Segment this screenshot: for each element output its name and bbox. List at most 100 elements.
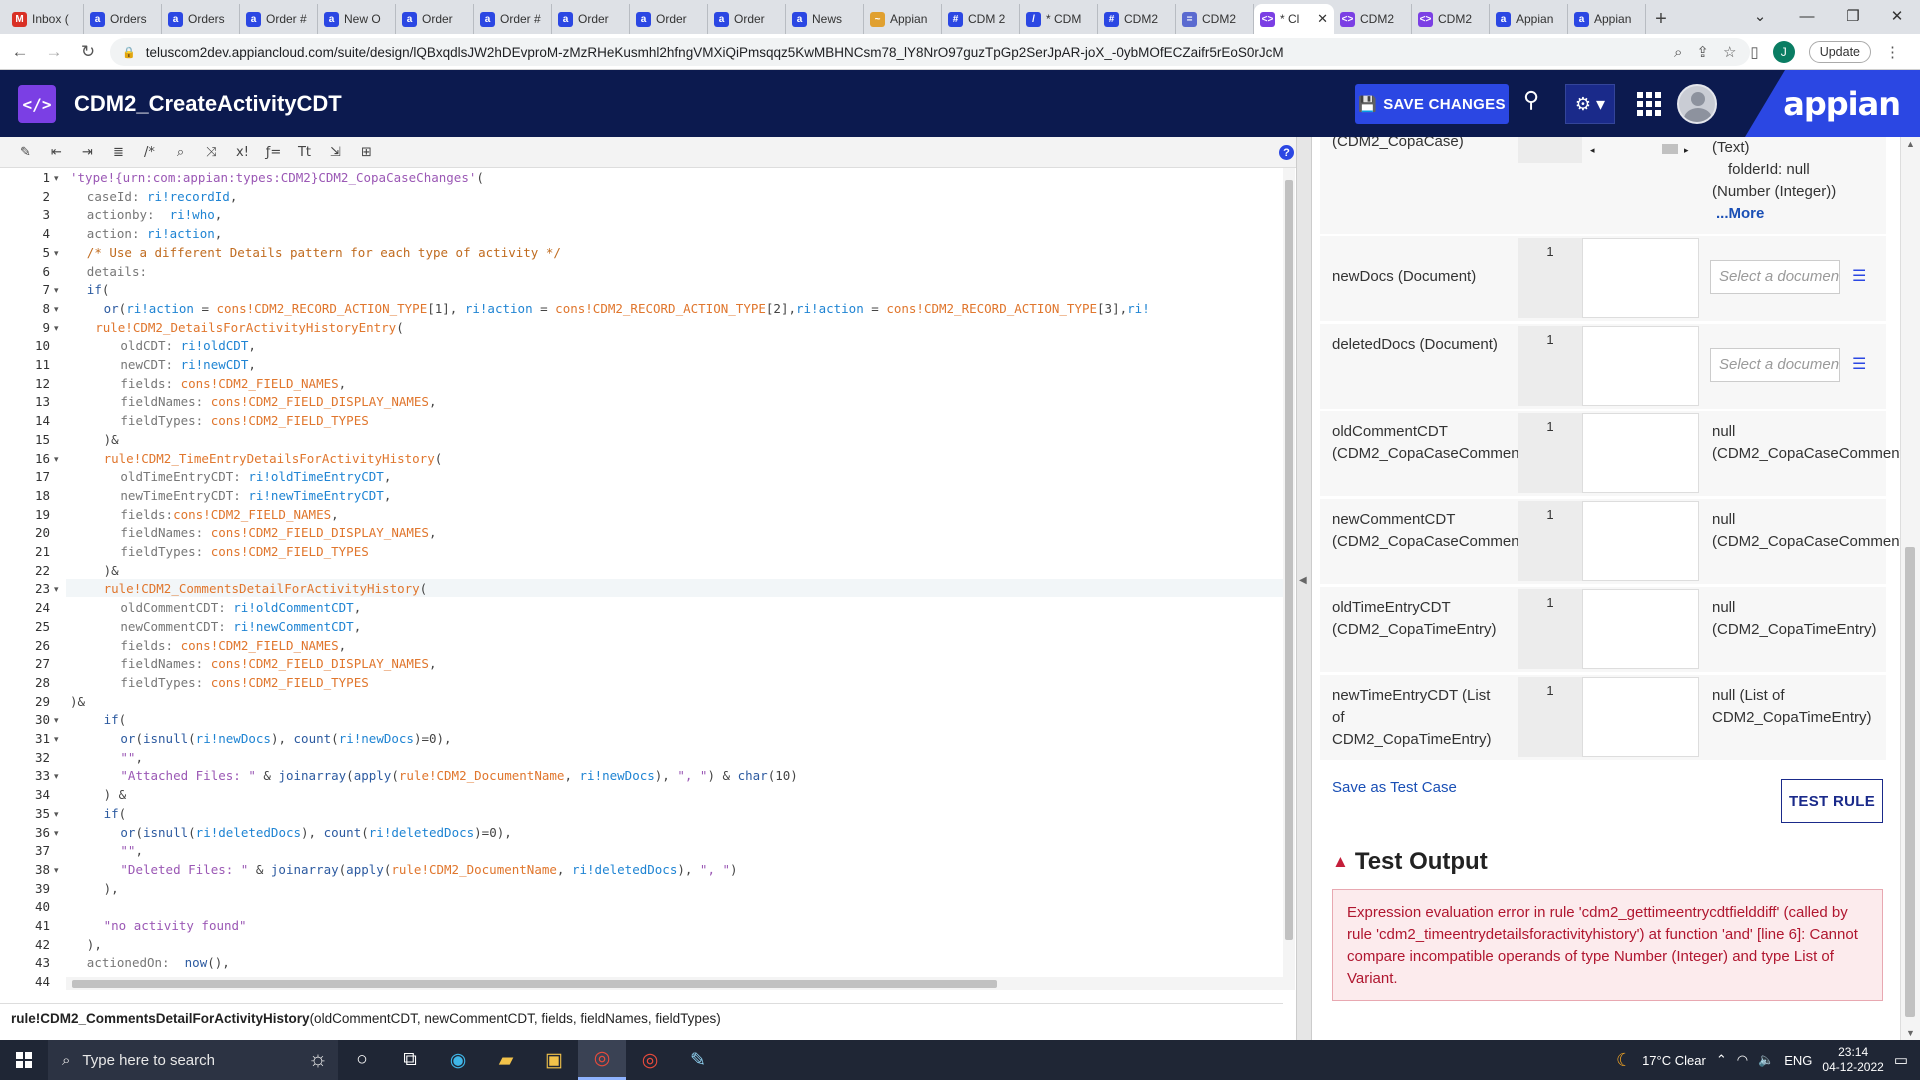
rule-input-expression-field[interactable] (1582, 589, 1699, 669)
rule-input-expression-field[interactable] (1582, 413, 1699, 493)
fold-toggle-icon[interactable]: ▾ (54, 861, 59, 879)
profile-avatar[interactable]: J (1772, 41, 1795, 63)
bookmark-star-icon[interactable]: ☆ (1723, 43, 1736, 61)
editor-horizontal-scrollbar[interactable] (66, 977, 1283, 990)
code-line[interactable]: rule!CDM2_TimeEntryDetailsForActivityHis… (104, 450, 443, 468)
code-line[interactable]: caseId: ri!recordId, (87, 188, 238, 206)
code-line[interactable]: fieldTypes: cons!CDM2_FIELD_TYPES (120, 674, 368, 692)
microsoft-store-icon[interactable]: ▣ (530, 1040, 578, 1080)
fold-toggle-icon[interactable]: ▾ (54, 580, 59, 598)
list-icon[interactable]: ☰ (1852, 354, 1866, 374)
browser-tab[interactable]: a Order (630, 4, 708, 34)
close-window-button[interactable]: ✕ (1874, 0, 1920, 32)
code-line[interactable]: or(ri!action = cons!CDM2_RECORD_ACTION_T… (104, 300, 1150, 318)
browser-tab[interactable]: / * CDM (1020, 4, 1098, 34)
browser-tab[interactable]: a Appian (1568, 4, 1646, 34)
code-line[interactable]: fieldNames: cons!CDM2_FIELD_DISPLAY_NAME… (120, 393, 436, 411)
code-line[interactable]: fieldNames: cons!CDM2_FIELD_DISPLAY_NAME… (120, 524, 436, 542)
scroll-down-icon[interactable]: ▼ (1906, 1028, 1915, 1038)
code-line[interactable]: or(isnull(ri!deletedDocs), count(ri!dele… (120, 824, 511, 842)
code-line[interactable]: ), (104, 880, 119, 898)
format-expression-icon[interactable]: ✎ (12, 140, 39, 164)
code-line[interactable]: ), (87, 936, 102, 954)
browser-tab[interactable]: ~ Appian (864, 4, 942, 34)
minimize-button[interactable]: — (1784, 0, 1830, 32)
browser-menu-icon[interactable]: ⋮ (1885, 43, 1900, 61)
document-picker-input[interactable]: Select a document (1710, 260, 1840, 294)
browser-tab[interactable]: a Order (708, 4, 786, 34)
forward-button[interactable]: → (40, 38, 68, 66)
code-line[interactable]: "", (120, 842, 143, 860)
side-panel-icon[interactable]: ▯ (1750, 43, 1758, 61)
restore-button[interactable]: ❐ (1830, 0, 1876, 32)
task-view-icon[interactable]: ⧉ (386, 1040, 434, 1080)
show-hidden-icons-chevron-icon[interactable]: ⌃ (1716, 1052, 1727, 1068)
code-line[interactable]: )& (104, 431, 119, 449)
code-line[interactable]: if( (87, 281, 110, 299)
browser-tab[interactable]: a Orders (162, 4, 240, 34)
code-line[interactable]: /* Use a different Details pattern for e… (87, 244, 561, 262)
windows-start-button[interactable] (0, 1040, 48, 1080)
code-line[interactable]: newCommentCDT: ri!newCommentCDT, (120, 618, 361, 636)
share-icon[interactable]: ⇪ (1696, 43, 1709, 61)
comment-icon[interactable]: /* (136, 140, 163, 164)
fold-toggle-icon[interactable]: ▾ (54, 319, 59, 337)
rule-input-expression-field[interactable] (1582, 326, 1699, 406)
fold-toggle-icon[interactable]: ▾ (54, 730, 59, 748)
code-line[interactable]: )& (104, 562, 119, 580)
indent-icon[interactable]: ⇥ (74, 140, 101, 164)
code-line[interactable]: actionby: ri!who, (87, 206, 222, 224)
code-line[interactable]: "Deleted Files: " & joinarray(apply(rule… (120, 861, 737, 879)
code-line[interactable]: if( (104, 711, 127, 729)
notifications-icon[interactable]: ▭ (1894, 1051, 1908, 1069)
app-navigation-grid-icon[interactable] (1637, 92, 1661, 116)
more-link[interactable]: ...More (1712, 203, 1882, 225)
code-line[interactable]: "Attached Files: " & joinarray(apply(rul… (120, 767, 797, 785)
language-indicator[interactable]: ENG (1784, 1053, 1812, 1068)
export-icon[interactable]: ⇲ (322, 140, 349, 164)
browser-tab[interactable]: a Order # (474, 4, 552, 34)
list-icon[interactable]: ≣ (105, 140, 132, 164)
back-button[interactable]: ← (6, 38, 34, 66)
browser-tab[interactable]: a Order # (240, 4, 318, 34)
panel-splitter[interactable]: ◀ (1296, 137, 1312, 1040)
code-line[interactable]: "", (120, 749, 143, 767)
function-icon[interactable]: ƒ= (260, 140, 287, 164)
save-as-test-case-link[interactable]: Save as Test Case (1332, 779, 1457, 796)
cortana-icon[interactable]: ○ (338, 1040, 386, 1080)
fold-toggle-icon[interactable]: ▾ (54, 300, 59, 318)
tab-active[interactable]: <> * Cl ✕ (1254, 4, 1334, 34)
new-tab-button[interactable]: + (1646, 4, 1676, 34)
browser-tab[interactable]: a Order (396, 4, 474, 34)
browser-tab[interactable]: <> CDM2 (1334, 4, 1412, 34)
fold-toggle-icon[interactable]: ▾ (54, 767, 59, 785)
code-line[interactable]: )& (70, 693, 85, 711)
fold-toggle-icon[interactable]: ▾ (54, 824, 59, 842)
reload-button[interactable]: ↻ (74, 38, 102, 66)
code-line[interactable]: fieldTypes: cons!CDM2_FIELD_TYPES (120, 412, 368, 430)
save-changes-button[interactable]: 💾 SAVE CHANGES (1355, 84, 1509, 124)
chrome-icon[interactable]: ◎ (578, 1040, 626, 1080)
tab-search-chevron-icon[interactable]: ⌄ (1737, 0, 1783, 32)
zoom-icon[interactable]: ⌕ (1674, 44, 1682, 61)
code-line[interactable]: fieldTypes: cons!CDM2_FIELD_TYPES (120, 543, 368, 561)
code-line[interactable]: "no activity found" (104, 917, 247, 935)
browser-tab[interactable]: = CDM2 (1176, 4, 1254, 34)
browser-tab[interactable]: <> CDM2 (1412, 4, 1490, 34)
code-line[interactable]: rule!CDM2_CommentsDetailForActivityHisto… (104, 580, 428, 598)
browser-tab[interactable]: a Order (552, 4, 630, 34)
dependents-search-icon[interactable]: ⚲ (1523, 87, 1539, 113)
test-rule-button[interactable]: TEST RULE (1781, 779, 1883, 823)
code-line[interactable]: oldTimeEntryCDT: ri!oldTimeEntryCDT, (120, 468, 391, 486)
code-line[interactable]: actionedOn: now(), (87, 954, 230, 972)
edge-browser-icon[interactable]: ◉ (434, 1040, 482, 1080)
chrome-profile-icon[interactable]: ◎ (626, 1040, 674, 1080)
url-field[interactable]: 🔒 teluscom2dev.appiancloud.com/suite/des… (110, 38, 1750, 66)
document-picker-input[interactable]: Select a document (1710, 348, 1840, 382)
fold-toggle-icon[interactable]: ▾ (54, 244, 59, 262)
code-line[interactable]: action: ri!action, (87, 225, 222, 243)
fold-toggle-icon[interactable]: ▾ (54, 450, 59, 468)
expression-editor[interactable]: 1 ▾ 'type!{urn:com:appian:types:CDM2}CDM2_… (0, 168, 1283, 990)
fold-toggle-icon[interactable]: ▾ (54, 805, 59, 823)
browser-tab[interactable]: # CDM2 (1098, 4, 1176, 34)
